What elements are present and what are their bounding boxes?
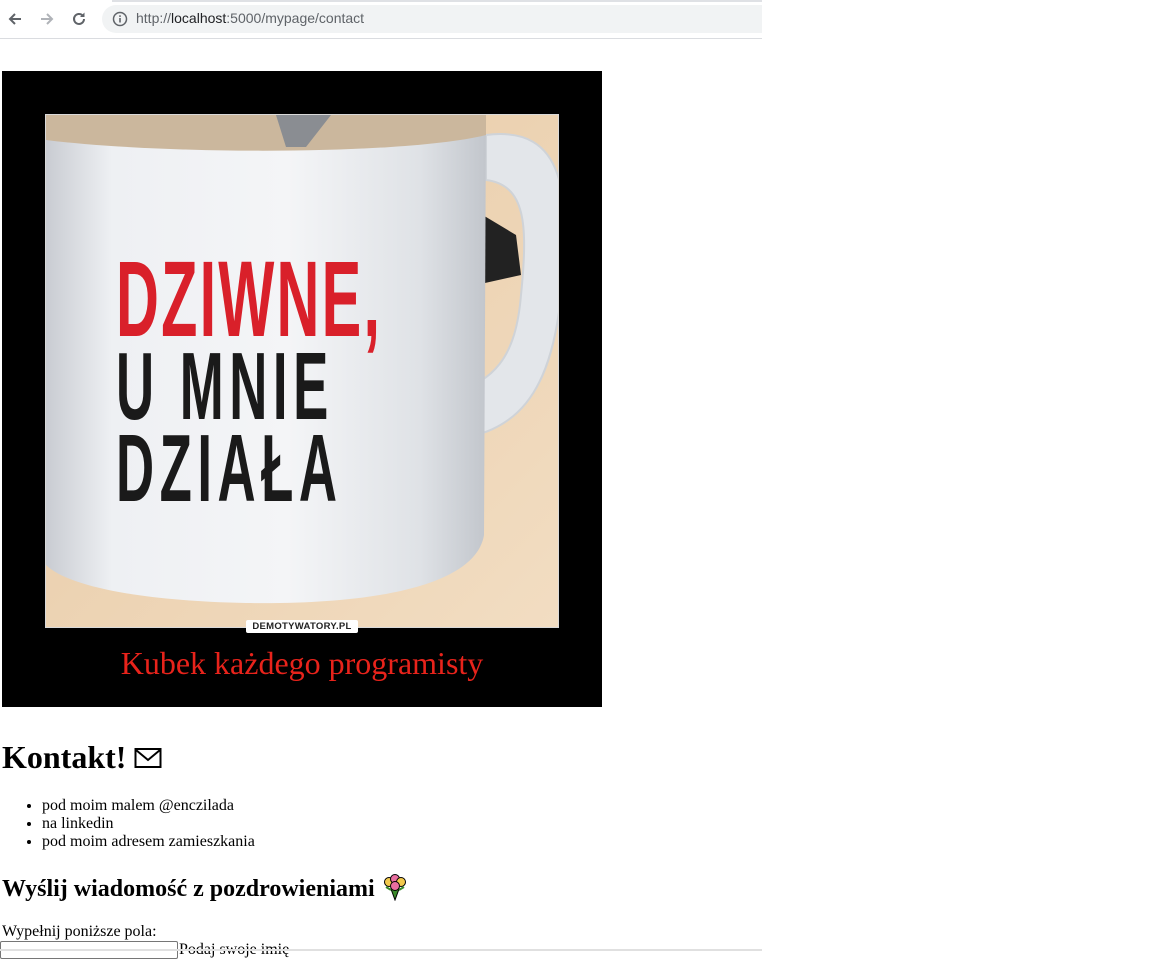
flower-bouquet-icon <box>383 874 406 902</box>
envelope-icon <box>134 747 162 768</box>
browser-toolbar: http://localhost:5000/mypage/contact <box>0 0 762 39</box>
arrow-left-icon <box>8 13 21 25</box>
list-item: pod moim malem @enczilada <box>42 797 255 815</box>
list-item: na linkedin <box>42 815 255 833</box>
list-item: pod moim adresem zamieszkania <box>42 833 255 851</box>
back-button[interactable] <box>4 8 26 30</box>
reload-icon <box>73 12 85 25</box>
url-text[interactable]: http://localhost:5000/mypage/contact <box>136 10 364 26</box>
contact-heading: Kontakt! <box>2 735 162 779</box>
demotivator-image: DZIWNE, U MNIE DZIAŁA DEMOTYWATORY.PL Ku… <box>2 71 602 707</box>
mug-photo: DZIWNE, U MNIE DZIAŁA <box>45 114 559 628</box>
mug-line-3: DZIAŁA <box>116 415 343 522</box>
url-path: :5000/mypage/contact <box>226 10 365 26</box>
mug-text: DZIWNE, U MNIE DZIAŁA <box>116 245 380 522</box>
url-host: localhost <box>171 10 227 26</box>
contact-list: pod moim malem @enczilada na linkedin po… <box>2 797 255 851</box>
arrow-right-icon <box>41 13 54 25</box>
forward-button[interactable] <box>36 8 58 30</box>
watermark-badge: DEMOTYWATORY.PL <box>246 620 358 633</box>
tab-strip-edge <box>112 0 762 2</box>
url-scheme: http:// <box>136 10 172 26</box>
image-caption: Kubek każdego programisty <box>120 645 484 681</box>
form-instructions: Wypełnij poniższe pola: <box>2 923 157 940</box>
contact-heading-text: Kontakt! <box>2 739 127 775</box>
message-heading-text: Wyślij wiadomość z pozdrowieniami <box>2 876 375 902</box>
info-circle-icon[interactable] <box>112 11 128 27</box>
message-heading: Wyślij wiadomość z pozdrowieniami <box>2 872 409 906</box>
reload-button[interactable] <box>68 8 90 30</box>
address-bar[interactable]: http://localhost:5000/mypage/contact <box>102 5 762 33</box>
